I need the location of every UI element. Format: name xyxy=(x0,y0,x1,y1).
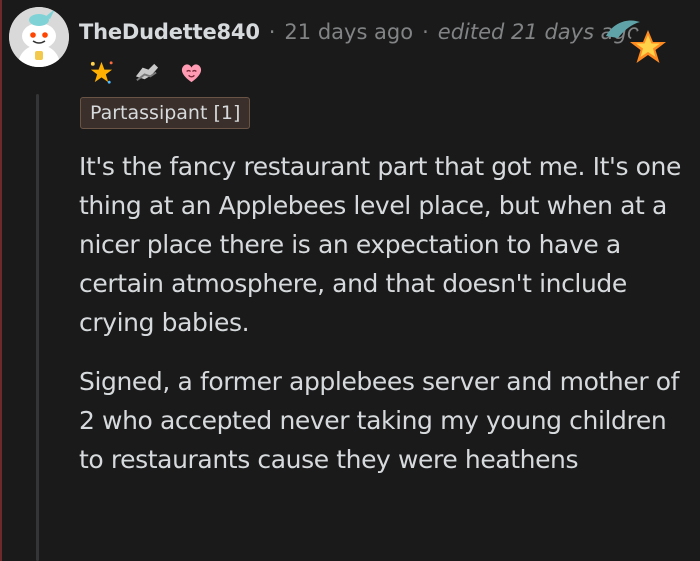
wholesome-heart-award-icon[interactable] xyxy=(178,59,205,86)
helping-hand-award-icon[interactable] xyxy=(133,59,160,86)
user-avatar[interactable] xyxy=(9,7,69,67)
award-row xyxy=(88,56,205,88)
comment-header: TheDudette840 · 21 days ago · edited 21 … xyxy=(79,17,640,47)
comment-paragraph: Signed, a former applebees server and mo… xyxy=(79,367,680,474)
starstruck-award-icon[interactable] xyxy=(88,59,115,86)
snoo-avatar-icon xyxy=(9,7,69,67)
comment-page: TheDudette840 · 21 days ago · edited 21 … xyxy=(0,0,700,561)
user-flair: Partassipant [1] xyxy=(80,97,251,129)
left-accent-bar xyxy=(0,0,2,561)
username-link[interactable]: TheDudette840 xyxy=(79,20,260,44)
thread-collapse-line[interactable] xyxy=(36,94,39,561)
posted-timestamp[interactable]: 21 days ago xyxy=(284,20,413,44)
gold-star-award-icon[interactable] xyxy=(628,27,668,67)
comment-paragraph: It's the fancy restaurant part that got … xyxy=(79,152,681,337)
meta-separator-2: · xyxy=(422,20,429,44)
meta-separator: · xyxy=(268,20,276,44)
comment-body: It's the fancy restaurant part that got … xyxy=(79,147,687,499)
